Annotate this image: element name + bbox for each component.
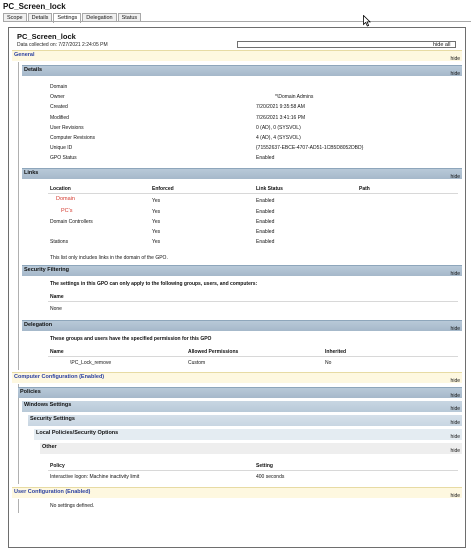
security-filtering-description: The settings in this GPO can only apply …	[50, 281, 258, 287]
computer-configuration-title: Computer Configuration (Enabled)	[14, 374, 105, 380]
delegation-permission: Custom	[188, 360, 206, 366]
policies-title: Policies	[20, 389, 41, 395]
security-settings-section-header[interactable]: Security Settings hide	[28, 415, 462, 426]
hide-link[interactable]: hide	[451, 270, 460, 278]
local-policies-section-header[interactable]: Local Policies/Security Options hide	[34, 429, 462, 440]
link-status: Enabled	[256, 229, 275, 235]
header-divider	[48, 470, 458, 471]
windows-settings-title: Windows Settings	[24, 402, 72, 408]
hide-link[interactable]: hide	[451, 173, 460, 181]
column-header-allowed-permissions: Allowed Permissions	[188, 349, 239, 355]
links-title: Links	[24, 170, 39, 176]
delegation-title: Delegation	[24, 322, 53, 328]
detail-value: Enabled	[256, 155, 275, 161]
column-header-name: Name	[50, 294, 64, 300]
window-title: PC_Screen_lock	[3, 2, 66, 11]
policies-section-header[interactable]: Policies hide	[18, 387, 462, 400]
link-location: Domain Controllers	[50, 219, 93, 225]
delegation-name: \PC_Lock_remove	[70, 360, 112, 366]
hide-link[interactable]: hide	[451, 377, 460, 385]
column-header-path: Path	[359, 186, 370, 192]
detail-label: GPO Status	[50, 155, 77, 161]
link-enforced: Yes	[152, 219, 161, 225]
detail-label: Domain	[50, 84, 68, 90]
user-configuration-section-header[interactable]: User Configuration (Enabled) hide	[12, 487, 462, 500]
detail-value: 7/20/2021 9:35:58 AM	[256, 104, 305, 110]
delegation-description: These groups and users have the specifie…	[50, 336, 212, 342]
column-header-setting: Setting	[256, 463, 273, 469]
header-divider	[48, 301, 458, 302]
detail-value: 4 (AD), 4 (SYSVOL)	[256, 135, 301, 141]
detail-label: Computer Revisions	[50, 135, 96, 141]
user-indent-line	[18, 499, 19, 513]
header-divider	[48, 356, 458, 357]
mouse-cursor-icon	[363, 15, 371, 27]
other-section-header[interactable]: Other hide	[40, 443, 462, 454]
detail-label: Created	[50, 104, 68, 110]
security-settings-title: Security Settings	[30, 416, 75, 422]
user-configuration-title: User Configuration (Enabled)	[14, 489, 91, 495]
computer-indent-line	[18, 384, 19, 484]
security-filtering-value: None	[50, 306, 62, 312]
column-header-inherited: Inherited	[325, 349, 347, 355]
link-location: Domain	[56, 196, 75, 202]
column-header-name: Name	[50, 349, 64, 355]
hide-link[interactable]: hide	[451, 70, 460, 78]
detail-value: 0 (AD), 0 (SYSVOL)	[256, 125, 301, 131]
policy-setting: 400 seconds	[256, 474, 285, 480]
link-enforced: Yes	[152, 198, 161, 204]
header-divider	[48, 193, 458, 194]
security-filtering-title: Security Filtering	[24, 267, 69, 273]
general-title: General	[14, 52, 35, 58]
detail-value: {71552637-EBCE-4707-AD51-1CB5D8052DBD}	[256, 145, 364, 151]
link-status: Enabled	[256, 198, 275, 204]
hide-link[interactable]: hide	[451, 325, 460, 333]
detail-label: User Revisions	[50, 125, 84, 131]
hide-link[interactable]: hide	[451, 405, 460, 413]
link-location: PC's	[61, 208, 73, 214]
column-header-enforced: Enforced	[152, 186, 174, 192]
details-section-header[interactable]: Details hide	[22, 65, 462, 78]
hide-link[interactable]: hide	[451, 55, 460, 63]
general-section-header[interactable]: General hide	[12, 50, 462, 63]
security-filtering-section-header[interactable]: Security Filtering hide	[22, 265, 462, 278]
column-header-location: Location	[50, 186, 71, 192]
column-header-policy: Policy	[50, 463, 65, 469]
delegation-section-header[interactable]: Delegation hide	[22, 320, 462, 333]
hide-all-bar	[237, 41, 456, 48]
detail-label: Owner	[50, 94, 65, 100]
link-status: Enabled	[256, 239, 275, 245]
link-status: Enabled	[256, 209, 275, 215]
details-title: Details	[24, 67, 43, 73]
link-location: Stations	[50, 239, 69, 245]
links-section-header[interactable]: Links hide	[22, 168, 462, 181]
computer-configuration-section-header[interactable]: Computer Configuration (Enabled) hide	[12, 372, 462, 385]
hide-link[interactable]: hide	[451, 447, 460, 455]
other-title: Other	[42, 444, 57, 450]
links-note: This list only includes links in the dom…	[50, 255, 168, 261]
data-collected-text: Data collected on: 7/27/2021 2:24:05 PM	[17, 42, 108, 48]
user-configuration-value: No settings defined.	[50, 503, 95, 509]
hide-link[interactable]: hide	[451, 419, 460, 427]
delegation-inherited: No	[325, 360, 332, 366]
local-policies-title: Local Policies/Security Options	[36, 430, 119, 436]
tab-divider	[3, 21, 471, 22]
hide-link[interactable]: hide	[451, 392, 460, 400]
hide-all-link[interactable]: hide all	[433, 42, 450, 48]
policy-name: Interactive logon: Machine inactivity li…	[50, 474, 140, 480]
link-enforced: Yes	[152, 229, 161, 235]
hide-link[interactable]: hide	[451, 492, 460, 500]
link-enforced: Yes	[152, 239, 161, 245]
column-header-link-status: Link Status	[256, 186, 283, 192]
detail-label: Modified	[50, 115, 69, 121]
detail-value: *\Domain Admins	[275, 94, 314, 100]
general-indent-line	[18, 62, 19, 370]
hide-link[interactable]: hide	[451, 433, 460, 441]
report-title: PC_Screen_lock	[17, 32, 76, 41]
detail-value: 7/26/2021 3:41:16 PM	[256, 115, 306, 121]
link-enforced: Yes	[152, 209, 161, 215]
detail-label: Unique ID	[50, 145, 73, 151]
link-status: Enabled	[256, 219, 275, 225]
windows-settings-section-header[interactable]: Windows Settings hide	[22, 401, 462, 412]
